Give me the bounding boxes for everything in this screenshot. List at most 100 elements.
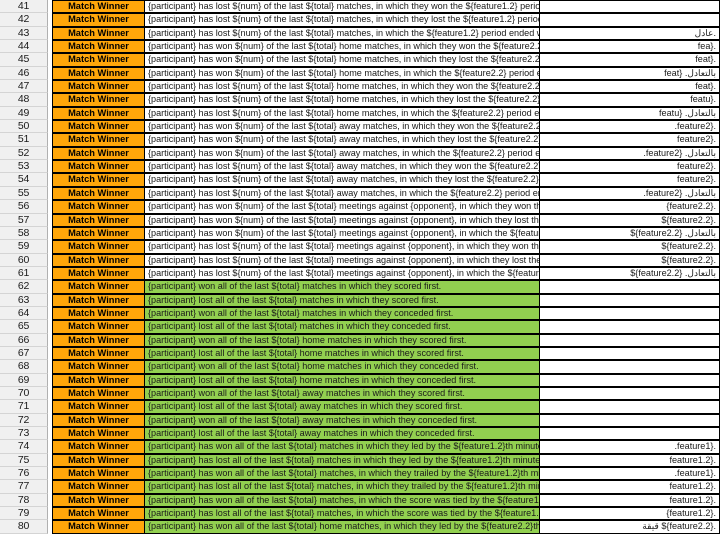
table-row[interactable]: 41 Match Winner {participant} has lost ${n… (0, 0, 720, 14)
table-row[interactable]: 46 Match Winner {participant} has won ${nu… (0, 66, 720, 81)
arabic-translation-cell[interactable]: .{fea (540, 40, 720, 54)
english-template-cell[interactable]: {participant} lost all of the last ${tot… (145, 400, 540, 414)
row-header[interactable]: 54 (0, 173, 48, 187)
row-header[interactable]: 69 (0, 373, 48, 387)
row-header[interactable]: 64 (0, 306, 48, 321)
english-template-cell[interactable]: {participant} won all of the last ${tota… (145, 413, 540, 427)
row-header[interactable]: 67 (0, 346, 48, 361)
english-template-cell[interactable]: {participant} has lost ${num} of the las… (145, 80, 540, 94)
table-row[interactable]: 80 Match Winner {participant} has won all … (0, 520, 720, 534)
market-category-cell[interactable]: Match Winner (52, 0, 145, 14)
arabic-translation-cell[interactable]: .{feature2.2}$ (540, 213, 720, 227)
arabic-translation-cell[interactable] (540, 400, 720, 414)
arabic-translation-cell[interactable] (540, 346, 720, 361)
row-header[interactable]: 44 (0, 40, 48, 54)
table-row[interactable]: 63 Match Winner {participant} lost all of … (0, 293, 720, 307)
row-header[interactable]: 53 (0, 160, 48, 174)
market-category-cell[interactable]: Match Winner (52, 280, 145, 294)
market-category-cell[interactable]: Match Winner (52, 440, 145, 454)
table-row[interactable]: 69 Match Winner {participant} lost all of … (0, 373, 720, 387)
english-template-cell[interactable]: {participant} won all of the last ${tota… (145, 280, 540, 294)
table-row[interactable]: 77 Match Winner {participant} has lost all… (0, 480, 720, 494)
english-template-cell[interactable]: {participant} has lost ${num} of the las… (145, 186, 540, 201)
arabic-translation-cell[interactable]: .{feature1.2} (540, 507, 720, 521)
row-header[interactable]: 80 (0, 520, 48, 534)
english-template-cell[interactable]: {participant} has won ${num} of the last… (145, 133, 540, 147)
row-header[interactable]: 78 (0, 493, 48, 508)
market-category-cell[interactable]: Match Winner (52, 93, 145, 107)
english-template-cell[interactable]: {participant} has won all of the last ${… (145, 467, 540, 481)
row-header[interactable]: 47 (0, 80, 48, 94)
market-category-cell[interactable]: Match Winner (52, 120, 145, 134)
market-category-cell[interactable]: Match Winner (52, 226, 145, 241)
row-header[interactable]: 56 (0, 200, 48, 214)
arabic-translation-cell[interactable]: .{feature1.2 (540, 453, 720, 468)
english-template-cell[interactable]: {participant} won all of the last ${tota… (145, 333, 540, 347)
english-template-cell[interactable]: {participant} has won all of the last ${… (145, 520, 540, 534)
table-row[interactable]: 45 Match Winner {participant} has won ${nu… (0, 53, 720, 67)
row-header[interactable]: 51 (0, 133, 48, 147)
spreadsheet-grid[interactable]: 41 Match Winner {participant} has lost ${n… (0, 0, 720, 534)
table-row[interactable]: 49 Match Winner {participant} has lost ${n… (0, 106, 720, 121)
table-row[interactable]: 75 Match Winner {participant} has lost all… (0, 453, 720, 468)
table-row[interactable]: 52 Match Winner {participant} has won ${nu… (0, 146, 720, 161)
table-row[interactable]: 42 Match Winner {participant} has lost ${n… (0, 13, 720, 27)
table-row[interactable]: 59 Match Winner {participant} has lost ${n… (0, 240, 720, 254)
market-category-cell[interactable]: Match Winner (52, 213, 145, 227)
row-header[interactable]: 71 (0, 400, 48, 414)
arabic-translation-cell[interactable]: بالتعادل. {feature2. (540, 186, 720, 201)
market-category-cell[interactable]: Match Winner (52, 346, 145, 361)
arabic-translation-cell[interactable]: .{featu (540, 93, 720, 107)
english-template-cell[interactable]: {participant} has lost ${num} of the las… (145, 0, 540, 14)
table-row[interactable]: 65 Match Winner {participant} lost all of … (0, 320, 720, 334)
table-row[interactable]: 67 Match Winner {participant} lost all of … (0, 346, 720, 361)
english-template-cell[interactable]: {participant} won all of the last ${tota… (145, 306, 540, 321)
market-category-cell[interactable]: Match Winner (52, 480, 145, 494)
table-row[interactable]: 76 Match Winner {participant} has won all … (0, 467, 720, 481)
market-category-cell[interactable]: Match Winner (52, 40, 145, 54)
arabic-translation-cell[interactable]: .{feat (540, 53, 720, 67)
arabic-translation-cell[interactable]: .{feature1.2 (540, 480, 720, 494)
table-row[interactable]: 48 Match Winner {participant} has lost ${n… (0, 93, 720, 107)
market-category-cell[interactable]: Match Winner (52, 266, 145, 281)
english-template-cell[interactable]: {participant} has lost all of the last $… (145, 453, 540, 468)
arabic-translation-cell[interactable]: .{feature2.2}$ قيقة (540, 520, 720, 534)
table-row[interactable]: 71 Match Winner {participant} lost all of … (0, 400, 720, 414)
market-category-cell[interactable]: Match Winner (52, 373, 145, 387)
market-category-cell[interactable]: Match Winner (52, 240, 145, 254)
market-category-cell[interactable]: Match Winner (52, 173, 145, 187)
market-category-cell[interactable]: Match Winner (52, 106, 145, 121)
english-template-cell[interactable]: {participant} has lost ${num} of the las… (145, 106, 540, 121)
market-category-cell[interactable]: Match Winner (52, 293, 145, 307)
row-header[interactable]: 49 (0, 106, 48, 121)
market-category-cell[interactable]: Match Winner (52, 360, 145, 374)
market-category-cell[interactable]: Match Winner (52, 320, 145, 334)
arabic-translation-cell[interactable] (540, 280, 720, 294)
row-header[interactable]: 72 (0, 413, 48, 427)
market-category-cell[interactable]: Match Winner (52, 53, 145, 67)
market-category-cell[interactable]: Match Winner (52, 160, 145, 174)
row-header[interactable]: 63 (0, 293, 48, 307)
english-template-cell[interactable]: {participant} has lost all of the last $… (145, 507, 540, 521)
english-template-cell[interactable]: {participant} has lost ${num} of the las… (145, 266, 540, 281)
arabic-translation-cell[interactable] (540, 306, 720, 321)
english-template-cell[interactable]: {participant} has won ${num} of the last… (145, 200, 540, 214)
table-row[interactable]: 56 Match Winner {participant} has won ${nu… (0, 200, 720, 214)
table-row[interactable]: 62 Match Winner {participant} won all of t… (0, 280, 720, 294)
table-row[interactable]: 51 Match Winner {participant} has won ${nu… (0, 133, 720, 147)
english-template-cell[interactable]: {participant} won all of the last ${tota… (145, 386, 540, 401)
english-template-cell[interactable]: {participant} lost all of the last ${tot… (145, 373, 540, 387)
market-category-cell[interactable]: Match Winner (52, 133, 145, 147)
table-row[interactable]: 78 Match Winner {participant} has won all … (0, 493, 720, 508)
table-row[interactable]: 58 Match Winner {participant} has won ${nu… (0, 226, 720, 241)
english-template-cell[interactable]: {participant} has won ${num} of the last… (145, 120, 540, 134)
table-row[interactable]: 54 Match Winner {participant} has lost ${n… (0, 173, 720, 187)
table-row[interactable]: 79 Match Winner {participant} has lost all… (0, 507, 720, 521)
arabic-translation-cell[interactable]: .{feature2.2} (540, 200, 720, 214)
market-category-cell[interactable]: Match Winner (52, 186, 145, 201)
row-header[interactable]: 60 (0, 253, 48, 267)
table-row[interactable]: 55 Match Winner {participant} has lost ${n… (0, 186, 720, 201)
row-header[interactable]: 73 (0, 427, 48, 441)
market-category-cell[interactable]: Match Winner (52, 507, 145, 521)
arabic-translation-cell[interactable]: .{feature1. (540, 440, 720, 454)
